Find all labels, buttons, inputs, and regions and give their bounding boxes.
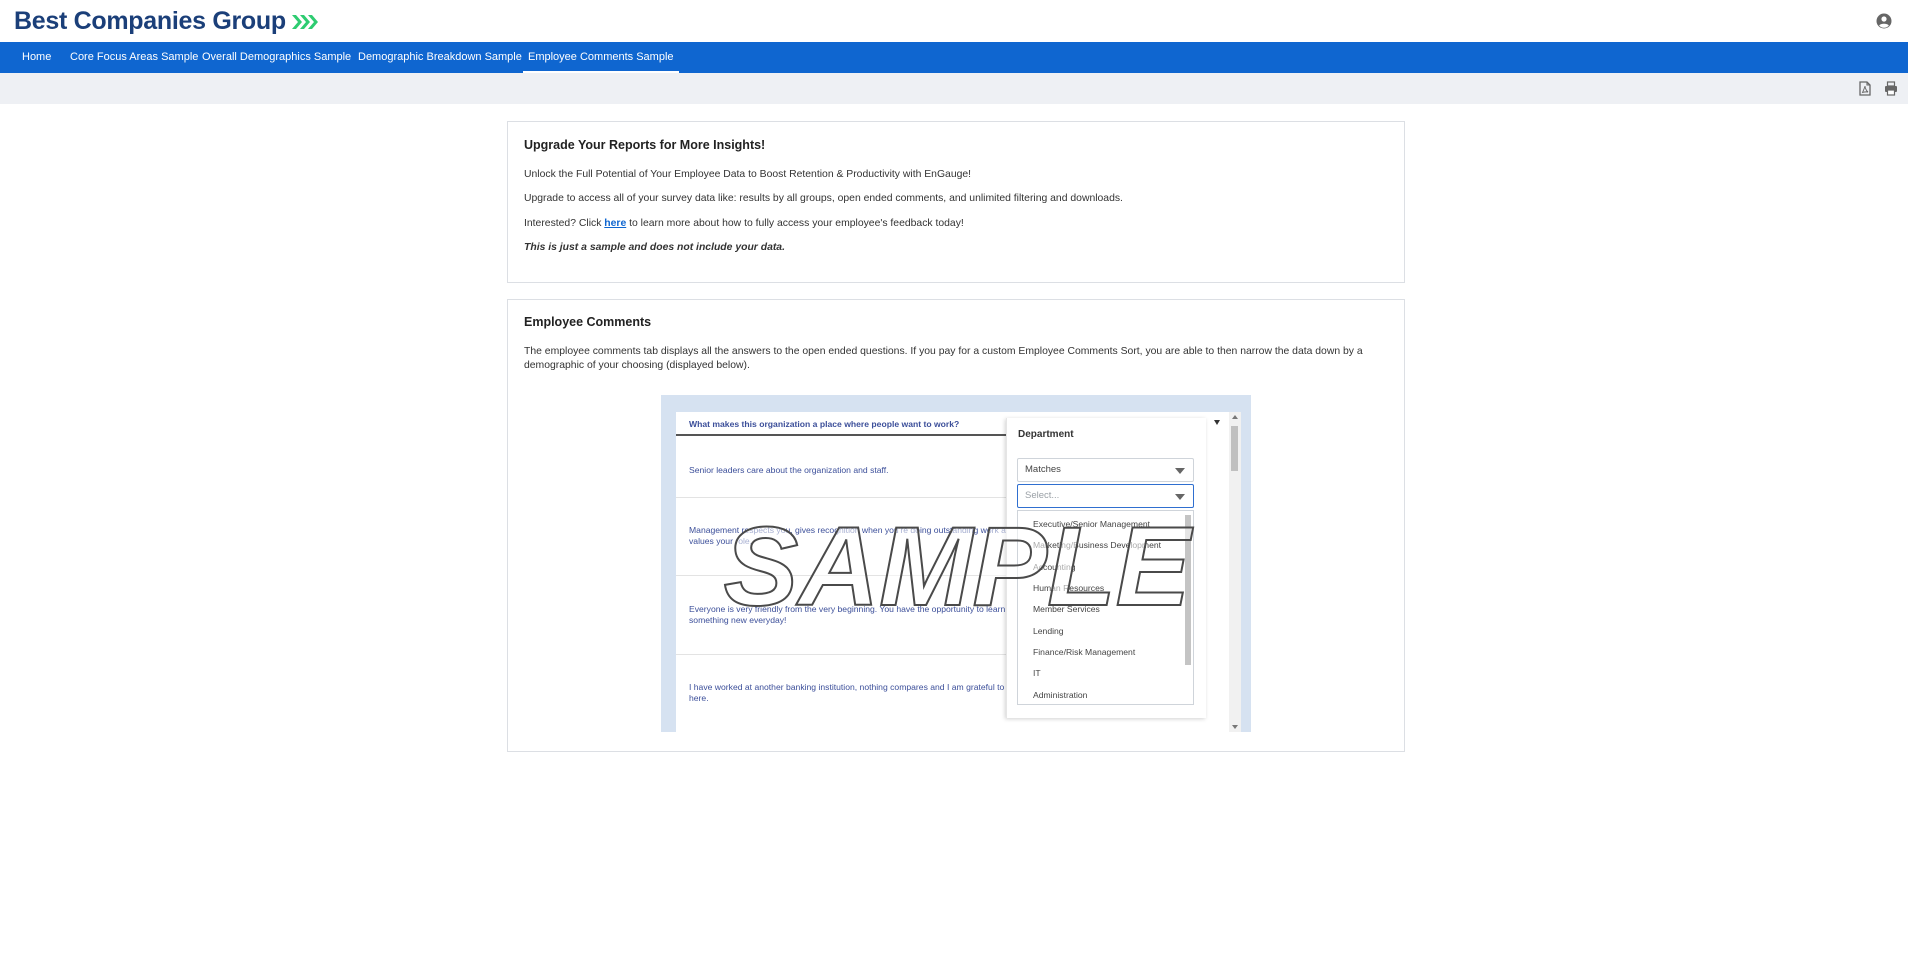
nav-tab-core-focus-areas[interactable]: Core Focus Areas Sample [70,42,198,73]
upgrade-line-2: Upgrade to access all of your survey dat… [524,193,1123,204]
upgrade-line-3-prefix: Interested? Click [524,218,605,229]
nav-tab-employee-comments[interactable]: Employee Comments Sample [523,42,679,73]
learn-more-link[interactable]: here [604,218,626,229]
employee-comments-description: The employee comments tab displays all t… [524,346,1363,371]
sample-disclaimer: This is just a sample and does not inclu… [524,242,785,253]
upgrade-line-3: Interested? Click here to learn more abo… [524,217,964,231]
report-toolbar [0,73,1908,104]
company-logo[interactable]: Best Companies Group [14,7,319,36]
employee-comments-title: Employee Comments [524,315,652,329]
nav-tab-demographic-breakdown[interactable]: Demographic Breakdown Sample [358,42,522,73]
logo-chevrons-icon [291,13,319,31]
main-navigation: Home Core Focus Areas Sample Overall Dem… [0,42,1908,73]
print-icon[interactable] [1884,81,1898,96]
nav-tab-home[interactable]: Home [22,42,51,73]
user-circle-icon[interactable] [1876,13,1892,29]
upgrade-line-1: Unlock the Full Potential of Your Employ… [524,169,972,180]
top-bar: Best Companies Group [0,0,1908,42]
sample-comments-image: What makes this organization a place whe… [661,395,1251,732]
pdf-export-icon[interactable] [1858,81,1872,96]
upgrade-line-3-suffix: to learn more about how to fully access … [626,218,964,229]
nav-tab-overall-demographics[interactable]: Overall Demographics Sample [202,42,351,73]
sample-watermark: SAMPLE [723,503,1195,630]
upgrade-card: Upgrade Your Reports for More Insights! … [507,121,1405,283]
sample-watermark-text: SAMPLE [724,504,1194,629]
logo-text: Best Companies Group [14,7,286,35]
upgrade-title: Upgrade Your Reports for More Insights! [524,138,766,152]
